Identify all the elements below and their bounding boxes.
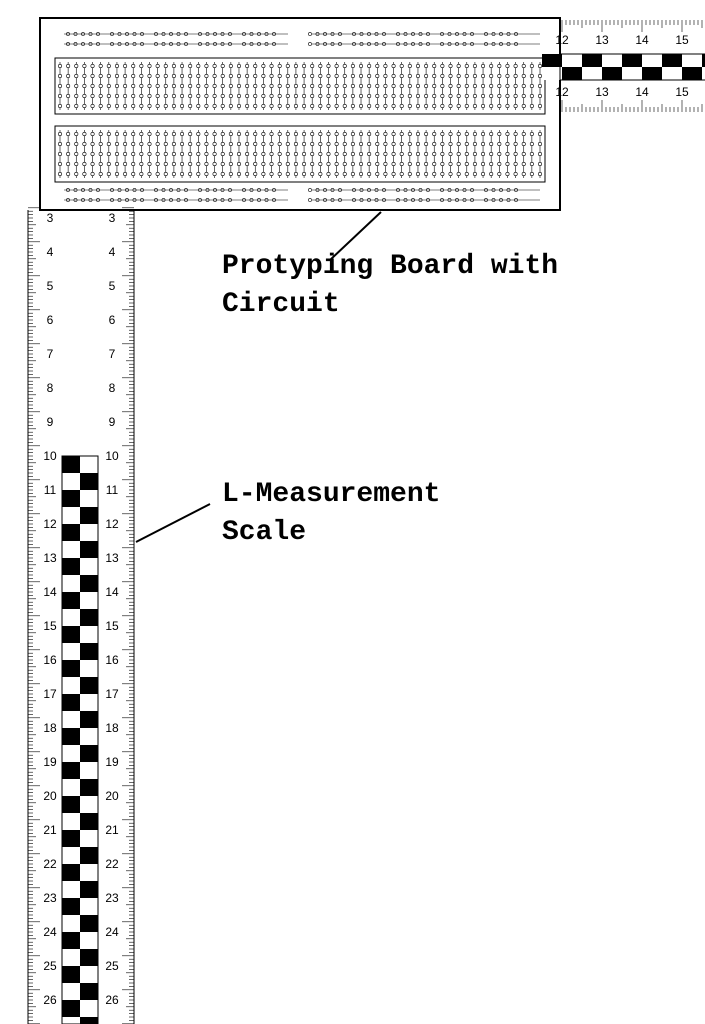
svg-text:25: 25 — [105, 959, 119, 973]
ruler-h-numbers-bottom: 12 13 14 15 — [555, 85, 689, 99]
svg-text:26: 26 — [105, 993, 119, 1007]
svg-text:4: 4 — [47, 245, 54, 259]
svg-text:10: 10 — [105, 449, 119, 463]
svg-text:12: 12 — [555, 85, 569, 99]
svg-text:6: 6 — [47, 313, 54, 327]
ruler-v-outer-numbers: 3 4 5 6 7 8 9 10 11 12 13 14 15 16 17 18 19 20 21 22 23 24 25 2… — [43, 211, 57, 1007]
bus-rails-top — [64, 32, 540, 45]
svg-text:23: 23 — [105, 891, 119, 905]
svg-text:12: 12 — [43, 517, 57, 531]
svg-text:8: 8 — [109, 381, 116, 395]
svg-text:13: 13 — [105, 551, 119, 565]
svg-text:13: 13 — [43, 551, 57, 565]
svg-text:5: 5 — [47, 279, 54, 293]
svg-text:17: 17 — [43, 687, 57, 701]
svg-text:13: 13 — [595, 33, 609, 47]
svg-text:11: 11 — [44, 483, 57, 497]
svg-text:4: 4 — [109, 245, 116, 259]
breadboard — [40, 18, 560, 210]
ruler-h-numbers-top: 12 13 14 15 — [555, 33, 689, 47]
ruler-v-outer-ticks — [28, 208, 40, 1024]
svg-text:18: 18 — [43, 721, 57, 735]
label-prototyping-board: Protyping Board withCircuit — [222, 248, 662, 324]
svg-text:14: 14 — [43, 585, 57, 599]
svg-text:20: 20 — [43, 789, 57, 803]
ruler-v-checker — [62, 456, 98, 1024]
ruler-h-checker — [542, 54, 705, 80]
svg-text:10: 10 — [43, 449, 57, 463]
ruler-v-inner-ticks — [122, 208, 134, 1024]
svg-text:12: 12 — [105, 517, 119, 531]
svg-text:12: 12 — [555, 33, 569, 47]
svg-text:25: 25 — [43, 959, 57, 973]
svg-text:16: 16 — [43, 653, 57, 667]
svg-text:5: 5 — [109, 279, 116, 293]
svg-text:19: 19 — [105, 755, 119, 769]
svg-text:14: 14 — [635, 85, 649, 99]
svg-text:14: 14 — [105, 585, 119, 599]
terminal-strip-bottom — [58, 130, 541, 178]
svg-text:3: 3 — [47, 211, 54, 225]
svg-text:24: 24 — [105, 925, 119, 939]
svg-text:13: 13 — [595, 85, 609, 99]
svg-text:22: 22 — [43, 857, 57, 871]
ruler-h-ticks-bottom — [562, 100, 702, 112]
bus-rails-bottom — [64, 188, 540, 201]
leader-scale — [136, 504, 210, 542]
svg-text:9: 9 — [47, 415, 54, 429]
ruler-v-inner-numbers: 3 4 5 6 7 8 9 10 11 12 13 14 15 16 17 18 19 20 21 22 23 24 25 2… — [105, 211, 119, 1007]
ruler-h-ticks-top — [562, 20, 702, 32]
ruler-vertical: 3 4 5 6 7 8 9 10 11 12 13 14 15 16 17 18 19 20 21 22 23 24 25 2… — [28, 208, 134, 1024]
svg-text:14: 14 — [635, 33, 649, 47]
diagram-viewport: .thin{stroke:#000;stroke-width:1;fill:no… — [0, 0, 705, 1024]
svg-text:6: 6 — [109, 313, 116, 327]
svg-text:17: 17 — [105, 687, 119, 701]
svg-text:26: 26 — [43, 993, 57, 1007]
svg-text:11: 11 — [106, 483, 119, 497]
svg-text:15: 15 — [675, 85, 689, 99]
svg-text:18: 18 — [105, 721, 119, 735]
svg-text:15: 15 — [105, 619, 119, 633]
svg-text:16: 16 — [105, 653, 119, 667]
terminal-strip-top — [58, 62, 541, 110]
svg-text:19: 19 — [43, 755, 57, 769]
svg-text:7: 7 — [109, 347, 116, 361]
svg-text:20: 20 — [105, 789, 119, 803]
svg-text:22: 22 — [105, 857, 119, 871]
svg-text:7: 7 — [47, 347, 54, 361]
svg-text:8: 8 — [47, 381, 54, 395]
svg-text:15: 15 — [675, 33, 689, 47]
svg-text:3: 3 — [109, 211, 116, 225]
ruler-horizontal: 12 13 14 15 12 13 14 15 — [542, 20, 705, 112]
svg-text:21: 21 — [43, 823, 57, 837]
svg-text:9: 9 — [109, 415, 116, 429]
svg-text:24: 24 — [43, 925, 57, 939]
label-l-scale: L-MeasurementScale — [222, 476, 642, 552]
svg-text:23: 23 — [43, 891, 57, 905]
svg-text:15: 15 — [43, 619, 57, 633]
svg-text:21: 21 — [105, 823, 119, 837]
